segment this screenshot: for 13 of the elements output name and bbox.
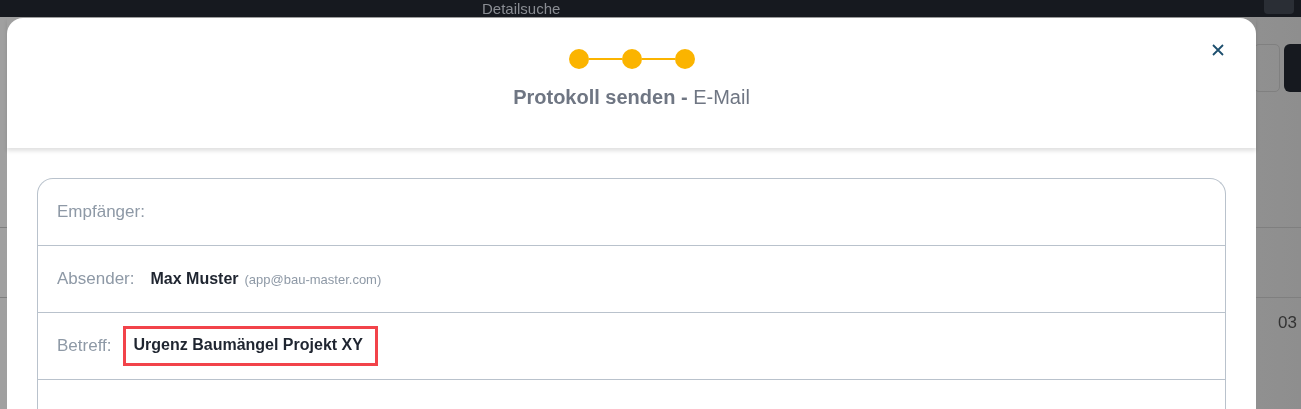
sender-name: Max Muster bbox=[150, 270, 239, 288]
subject-value[interactable]: Urgenz Baumängel Projekt XY bbox=[122, 326, 378, 366]
field-label: Empfänger: bbox=[57, 202, 145, 222]
dialog-title: Protokoll senden - E-Mail bbox=[513, 86, 750, 109]
close-icon bbox=[1212, 44, 1224, 56]
page-title: Detailsuche bbox=[482, 0, 561, 17]
sender-email: (app@bau-master.com) bbox=[244, 271, 382, 287]
table-cell: 03 bbox=[1278, 313, 1297, 333]
step-connector bbox=[588, 58, 622, 60]
field-label: Betreff: bbox=[57, 336, 112, 356]
step-connector bbox=[641, 58, 675, 60]
close-button[interactable] bbox=[1210, 42, 1226, 58]
field-label: Absender: bbox=[57, 269, 135, 289]
